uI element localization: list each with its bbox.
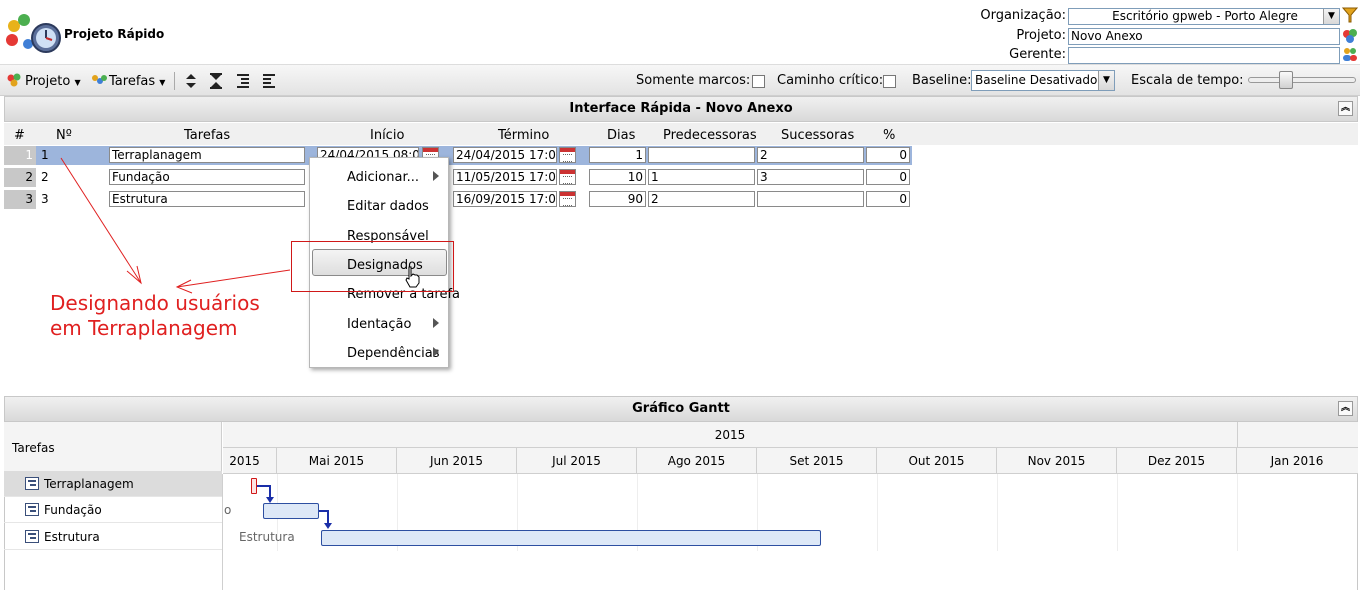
gantt-dependency-arrows <box>257 485 332 529</box>
